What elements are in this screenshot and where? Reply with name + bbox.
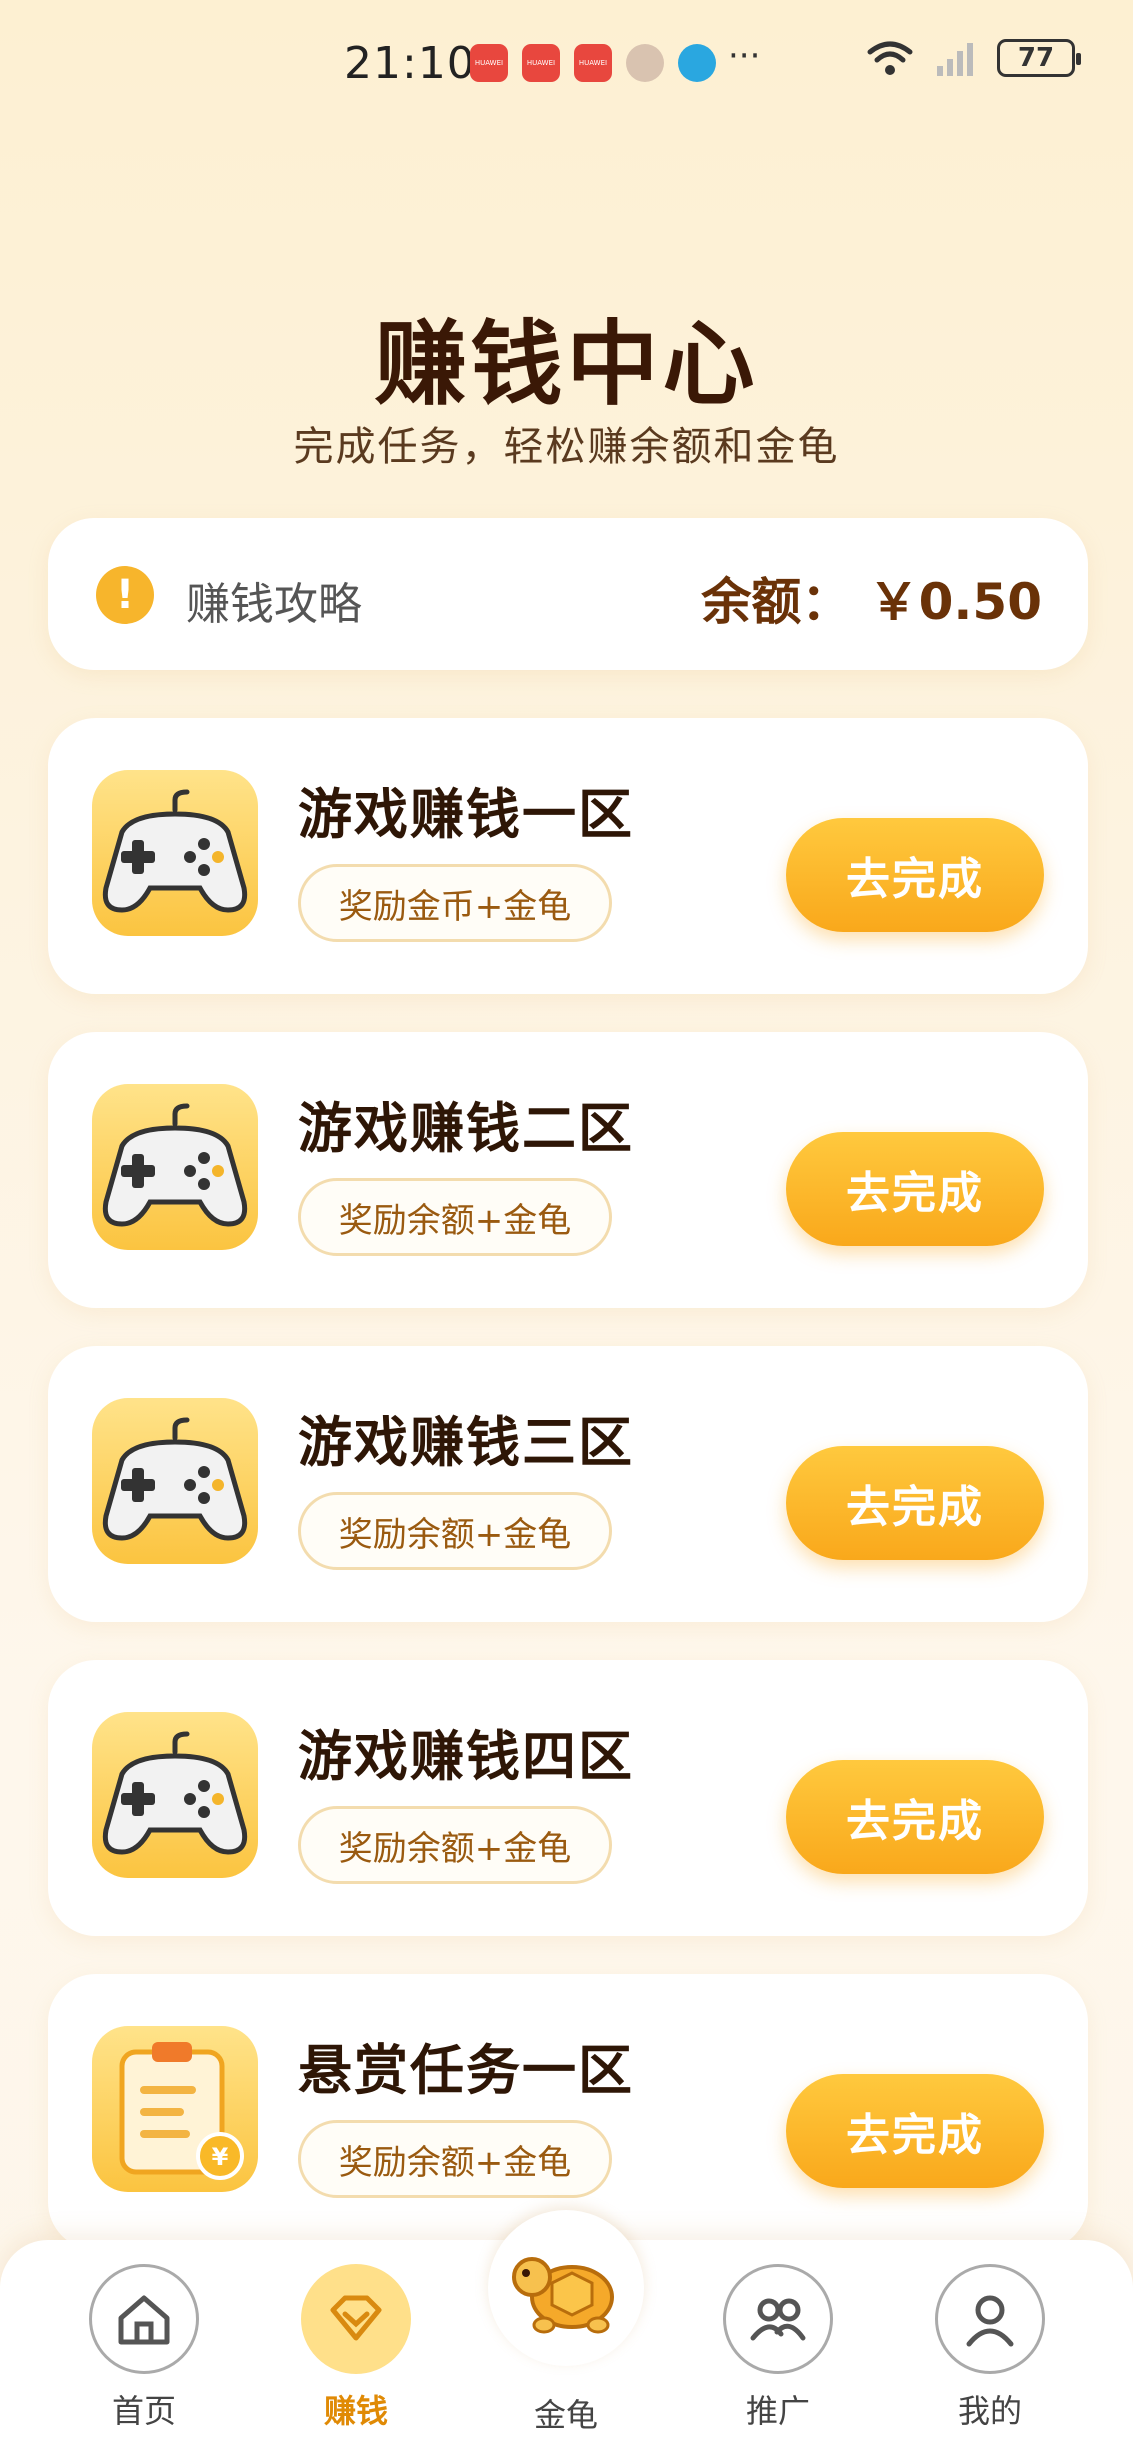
home-icon xyxy=(118,2295,170,2345)
svg-text:¥: ¥ xyxy=(212,2143,229,2171)
task-card: 游戏赚钱二区 奖励余额+金龟 去完成 xyxy=(48,1032,1088,1308)
gamepad-icon xyxy=(92,1084,258,1250)
balance-value: ￥0.50 xyxy=(868,573,1042,631)
battery-icon: 77 xyxy=(997,39,1081,77)
nav-item-turtle[interactable] xyxy=(488,2210,644,2366)
turtle-icon xyxy=(512,2257,614,2334)
go-complete-button[interactable]: 去完成 xyxy=(786,818,1044,932)
nav-label: 我的 xyxy=(957,2392,1022,2430)
task-title: 游戏赚钱四区 xyxy=(298,1725,634,1788)
balance-label: 余额： xyxy=(701,573,852,631)
task-title: 游戏赚钱二区 xyxy=(298,1097,634,1160)
page-subtitle: 完成任务，轻松赚余额和金龟 xyxy=(293,424,840,470)
reward-badge: 奖励金币+金龟 xyxy=(298,864,612,942)
nav-item-home[interactable]: 首页 xyxy=(84,2264,204,2432)
nav-label: 金龟 xyxy=(533,2396,598,2434)
go-complete-button[interactable]: 去完成 xyxy=(786,1760,1044,1874)
nav-label: 首页 xyxy=(111,2392,176,2430)
reward-badge: 奖励余额+金龟 xyxy=(298,1492,612,1570)
nav-label: 赚钱 xyxy=(323,2392,388,2430)
go-complete-button[interactable]: 去完成 xyxy=(786,1132,1044,1246)
gamepad-icon xyxy=(92,1712,258,1878)
clipboard-coin-icon: ¥ xyxy=(92,2026,258,2192)
people-icon xyxy=(750,2298,806,2341)
task-title: 游戏赚钱三区 xyxy=(298,1411,634,1474)
signal-icon xyxy=(937,43,973,76)
earning-guide-link[interactable]: 赚钱攻略 xyxy=(186,568,362,632)
avatar-notification-icon xyxy=(626,44,664,82)
bottom-nav: 首页 赚钱 金龟 推广 我的 xyxy=(0,2210,1133,2453)
exclamation-icon: ! xyxy=(96,566,154,624)
reward-badge: 奖励余额+金龟 xyxy=(298,1806,612,1884)
go-complete-button[interactable]: 去完成 xyxy=(786,2074,1044,2188)
task-card: 游戏赚钱三区 奖励余额+金龟 去完成 xyxy=(48,1346,1088,1622)
status-time: 21:10 xyxy=(344,38,476,89)
balance-bar: ! 赚钱攻略 余额： ￥0.50 xyxy=(48,518,1088,670)
wifi-icon xyxy=(867,41,913,75)
status-bar: 21:10 HUAWEI HUAWEI HUAWEI ··· 77 xyxy=(0,0,1133,120)
diamond-icon xyxy=(330,2295,382,2341)
more-notifications-icon: ··· xyxy=(728,36,761,76)
nav-item-earn[interactable]: 赚钱 xyxy=(296,2264,416,2432)
huawei-notification-icon: HUAWEI xyxy=(522,44,560,82)
user-icon xyxy=(966,2295,1014,2347)
nav-label: 推广 xyxy=(745,2392,810,2430)
reward-badge: 奖励余额+金龟 xyxy=(298,2120,612,2198)
reward-badge: 奖励余额+金龟 xyxy=(298,1178,612,1256)
balance-display: 余额： ￥0.50 xyxy=(701,562,1042,634)
browser-notification-icon xyxy=(678,44,716,82)
gamepad-icon xyxy=(92,770,258,936)
go-complete-button[interactable]: 去完成 xyxy=(786,1446,1044,1560)
task-card: ¥ 悬赏任务一区 奖励余额+金龟 去完成 xyxy=(48,1974,1088,2250)
gamepad-icon xyxy=(92,1398,258,1564)
nav-item-mine[interactable]: 我的 xyxy=(930,2264,1050,2432)
task-card: 游戏赚钱四区 奖励余额+金龟 去完成 xyxy=(48,1660,1088,1936)
task-card: 游戏赚钱一区 奖励金币+金龟 去完成 xyxy=(48,718,1088,994)
page-title: 赚钱中心 xyxy=(374,311,759,418)
task-title: 悬赏任务一区 xyxy=(298,2039,634,2102)
nav-item-promote[interactable]: 推广 xyxy=(718,2264,838,2432)
huawei-notification-icon: HUAWEI xyxy=(574,44,612,82)
huawei-notification-icon: HUAWEI xyxy=(470,44,508,82)
task-title: 游戏赚钱一区 xyxy=(298,783,634,846)
